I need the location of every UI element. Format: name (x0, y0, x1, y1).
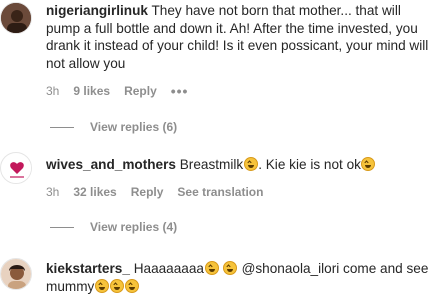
reply-button[interactable]: Reply (124, 84, 157, 98)
grimacing-face-icon (223, 261, 238, 275)
likes-count[interactable]: 9 likes (73, 84, 110, 98)
comment-text: wives_and_mothers Breastmilk . Kie kie is… (46, 156, 436, 174)
comment-body-part: mummy (46, 278, 95, 294)
comment-body-part: Breastmilk (179, 157, 244, 172)
comment-text: nigeriangirlinuk They have not born that… (46, 2, 436, 72)
profile-photo (1, 259, 31, 289)
mention-link[interactable]: @shonaola_ilori (242, 261, 340, 276)
grimacing-face-icon (94, 278, 109, 293)
comment-username[interactable]: kiekstarters_ (46, 261, 130, 276)
grimacing-face-icon (109, 278, 124, 293)
avatar[interactable] (0, 152, 32, 184)
divider-line (50, 226, 74, 228)
profile-photo (1, 3, 31, 33)
comment-text: kiekstarters_ Haaaaaaaa @shonaola_ilori … (46, 260, 436, 295)
view-replies-label: View replies (4) (90, 220, 178, 234)
view-replies-button[interactable]: View replies (6) (50, 120, 177, 134)
comment-body-part: come and see (339, 261, 429, 276)
comment-body-part: Haaaaaaaa (133, 261, 204, 276)
comment-username[interactable]: wives_and_mothers (46, 157, 176, 172)
reply-button[interactable]: Reply (131, 185, 164, 199)
brand-logo (2, 154, 31, 183)
laughing-face-icon (361, 157, 376, 171)
comment-meta: 3h 32 likes Reply See translation (46, 185, 263, 199)
divider-line (50, 126, 74, 128)
grimacing-face-icon (243, 157, 258, 171)
see-translation-button[interactable]: See translation (177, 185, 263, 199)
grimacing-face-icon (204, 261, 219, 275)
comment-username[interactable]: nigeriangirlinuk (46, 3, 148, 18)
view-replies-label: View replies (6) (90, 120, 178, 134)
view-replies-button[interactable]: View replies (4) (50, 220, 177, 234)
comment-time[interactable]: 3h (46, 84, 59, 98)
comment-meta: 3h 9 likes Reply ••• (46, 84, 188, 98)
avatar[interactable] (0, 258, 32, 290)
grimacing-face-icon (124, 278, 139, 293)
comment-body-part: . Kie kie is not ok (258, 157, 361, 172)
comment-time[interactable]: 3h (46, 185, 59, 199)
avatar[interactable] (0, 2, 32, 34)
more-options-icon[interactable]: ••• (171, 84, 189, 98)
likes-count[interactable]: 32 likes (73, 185, 116, 199)
